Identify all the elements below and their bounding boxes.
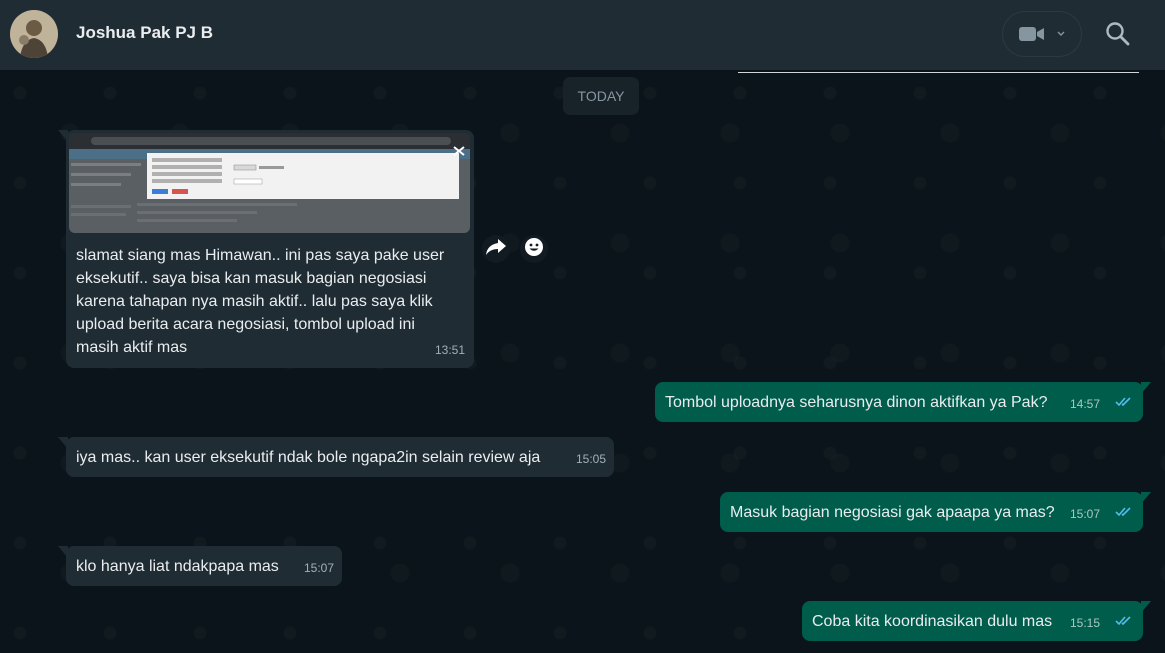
forward-icon bbox=[485, 238, 507, 261]
message-time: 15:07 bbox=[1069, 507, 1100, 521]
message-text: klo hanya liat ndakpapa mas bbox=[76, 558, 279, 575]
message-line: karena tahapan nya masih aktif.. lalu pa… bbox=[76, 293, 433, 310]
message-text: Tombol uploadnya seharusnya dinon aktifk… bbox=[665, 394, 1048, 411]
bubble-tail bbox=[58, 437, 68, 449]
bubble-tail bbox=[58, 130, 68, 142]
message-line: upload berita acara negosiasi, tombol up… bbox=[76, 316, 415, 333]
message-time: 13:51 bbox=[434, 343, 465, 357]
contact-name[interactable]: Joshua Pak PJ B bbox=[76, 23, 213, 43]
screenshot-thumbnail bbox=[69, 133, 470, 233]
message-text: iya mas.. kan user eksekutif ndak bole n… bbox=[76, 449, 541, 466]
double-check-icon bbox=[1115, 501, 1133, 524]
message-time: 15:05 bbox=[575, 452, 606, 466]
message-outgoing[interactable]: Coba kita koordinasikan dulu mas 15:15 bbox=[802, 601, 1151, 641]
chevron-down-icon bbox=[1057, 31, 1065, 37]
search-button[interactable] bbox=[1104, 20, 1132, 48]
message-text: Coba kita koordinasikan dulu mas bbox=[812, 613, 1053, 630]
contact-avatar[interactable] bbox=[10, 10, 58, 58]
chat-header: Joshua Pak PJ B bbox=[0, 0, 1165, 70]
message-time: 14:57 bbox=[1069, 397, 1100, 411]
message-outgoing[interactable]: Tombol uploadnya seharusnya dinon aktifk… bbox=[655, 382, 1151, 422]
message-incoming[interactable]: iya mas.. kan user eksekutif ndak bole n… bbox=[58, 437, 614, 477]
date-separator: TODAY bbox=[563, 77, 639, 115]
video-camera-icon bbox=[1019, 26, 1045, 42]
double-check-icon bbox=[1115, 391, 1133, 414]
message-text: slamat siang mas Himawan.. ini pas saya … bbox=[76, 244, 466, 359]
message-incoming[interactable]: slamat siang mas Himawan.. ini pas saya … bbox=[58, 130, 474, 368]
bubble-tail bbox=[1141, 601, 1151, 613]
message-line: masih aktif mas bbox=[76, 339, 188, 356]
message-time: 15:07 bbox=[303, 561, 334, 575]
video-call-button[interactable] bbox=[1002, 11, 1082, 57]
bubble-tail bbox=[1141, 382, 1151, 394]
message-image[interactable] bbox=[69, 133, 470, 233]
message-time: 15:15 bbox=[1069, 616, 1100, 630]
message-text: Masuk bagian negosiasi gak apaapa ya mas… bbox=[730, 504, 1055, 521]
emoji-icon bbox=[524, 237, 544, 262]
message-incoming[interactable]: klo hanya liat ndakpapa mas 15:07 bbox=[58, 546, 342, 586]
react-button[interactable] bbox=[520, 235, 548, 263]
message-line: eksekutif.. saya bisa kan masuk bagian n… bbox=[76, 270, 427, 287]
bubble-tail bbox=[1141, 492, 1151, 504]
message-line: slamat siang mas Himawan.. ini pas saya … bbox=[76, 247, 445, 264]
forward-button[interactable] bbox=[482, 235, 510, 263]
search-icon bbox=[1104, 22, 1132, 52]
double-check-icon bbox=[1115, 610, 1133, 633]
message-outgoing[interactable]: Masuk bagian negosiasi gak apaapa ya mas… bbox=[720, 492, 1151, 532]
bubble-tail bbox=[58, 546, 68, 558]
